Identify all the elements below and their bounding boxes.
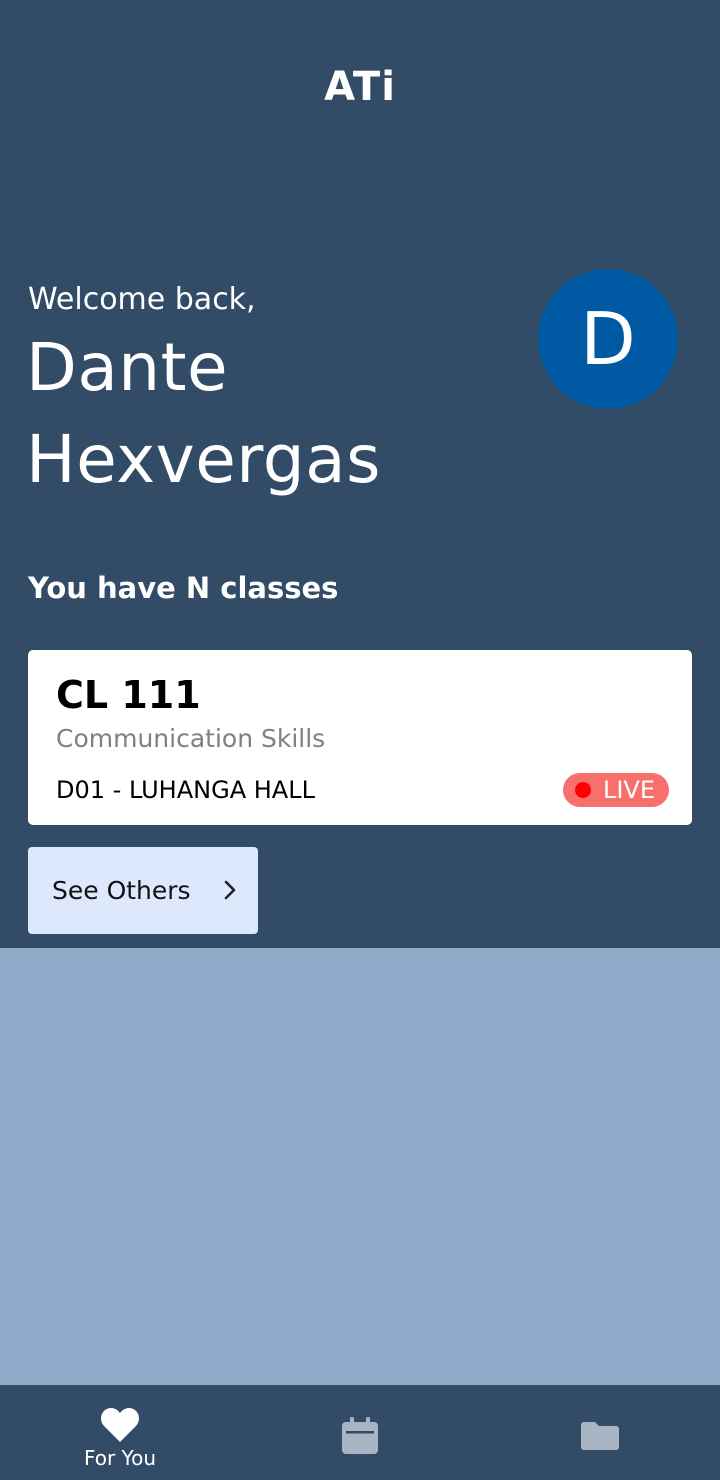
live-status-label: LIVE <box>602 776 655 804</box>
bottom-navigation: For You <box>0 1385 720 1480</box>
nav-item-calendar[interactable] <box>240 1385 480 1480</box>
heart-icon <box>101 1408 139 1442</box>
current-class-card[interactable]: CL 111 Communication Skills D01 - LUHANG… <box>28 650 692 825</box>
see-others-label: See Others <box>52 876 191 905</box>
calendar-icon <box>342 1417 378 1454</box>
class-code: CL 111 <box>56 673 201 717</box>
see-others-button[interactable]: See Others <box>28 847 258 934</box>
class-name: Communication Skills <box>56 724 326 753</box>
app-screen: ATi Welcome back, Dante Hexvergas D You … <box>0 0 720 1480</box>
nav-item-label: For You <box>83 1446 157 1470</box>
chevron-right-icon <box>224 880 236 900</box>
class-venue: D01 - LUHANGA HALL <box>56 776 315 804</box>
app-logo: ATi <box>324 64 396 110</box>
folder-icon <box>581 1422 619 1450</box>
home-header-panel: ATi Welcome back, Dante Hexvergas D You … <box>0 0 720 948</box>
avatar[interactable]: D <box>538 269 678 409</box>
user-name: Dante Hexvergas <box>26 329 381 498</box>
live-dot-icon <box>574 782 591 798</box>
classes-summary: You have N classes <box>28 571 339 605</box>
nav-item-files[interactable] <box>480 1385 720 1480</box>
nav-item-for-you[interactable]: For You <box>0 1385 240 1480</box>
live-status-badge: LIVE <box>562 773 669 807</box>
welcome-text: Welcome back, <box>28 282 256 317</box>
